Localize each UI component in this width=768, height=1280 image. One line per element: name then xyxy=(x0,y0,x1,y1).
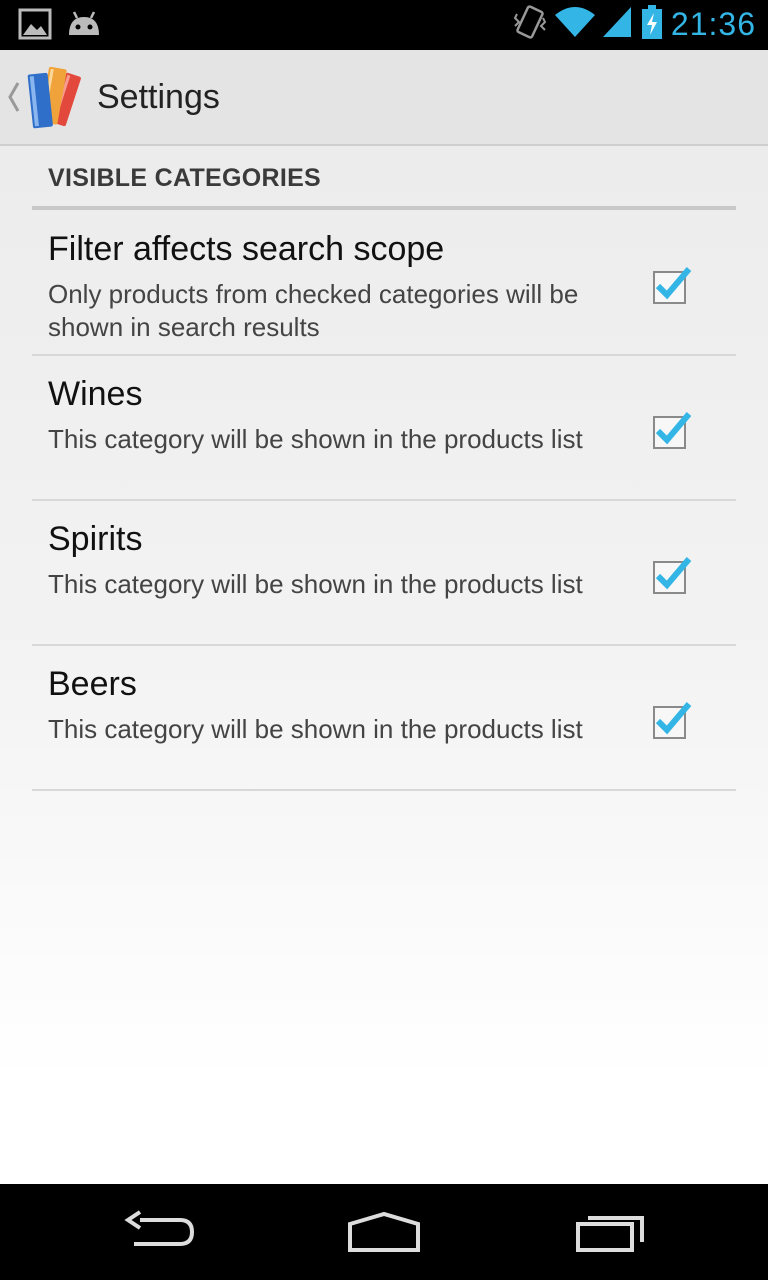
pref-summary: Only products from checked categories wi… xyxy=(48,279,579,342)
home-icon[interactable] xyxy=(346,1210,422,1259)
wifi-icon xyxy=(554,5,595,44)
up-caret-icon[interactable] xyxy=(6,80,20,119)
pref-beers[interactable]: Beers This category will be shown in the… xyxy=(32,645,736,791)
signal-icon xyxy=(602,5,633,44)
pref-summary: This category will be shown in the produ… xyxy=(48,424,583,454)
category-header: VISIBLE CATEGORIES xyxy=(32,146,736,210)
checkbox-checked[interactable] xyxy=(650,699,694,743)
android-icon xyxy=(66,9,102,44)
pref-wines[interactable]: Wines This category will be shown in the… xyxy=(32,355,736,501)
checkbox-checked[interactable] xyxy=(650,409,694,453)
battery-charging-icon xyxy=(641,4,663,45)
pref-summary: This category will be shown in the produ… xyxy=(48,569,583,599)
pref-title: Beers xyxy=(48,665,137,703)
pref-filter-affects-search-scope[interactable]: Filter affects search scope Only product… xyxy=(32,210,736,356)
pref-summary: This category will be shown in the produ… xyxy=(48,714,583,744)
settings-list: VISIBLE CATEGORIES Filter affects search… xyxy=(0,146,768,1184)
page-title: Settings xyxy=(97,78,220,116)
pref-title: Spirits xyxy=(48,520,143,558)
back-icon[interactable] xyxy=(124,1210,196,1259)
status-bar: 21:36 xyxy=(0,0,768,50)
pref-spirits[interactable]: Spirits This category will be shown in t… xyxy=(32,500,736,646)
action-bar: Settings xyxy=(0,50,768,146)
pref-title: Filter affects search scope xyxy=(48,230,445,268)
vibrate-icon xyxy=(513,4,547,45)
books-app-icon[interactable] xyxy=(24,64,86,135)
checkbox-checked[interactable] xyxy=(650,264,694,308)
navigation-bar xyxy=(0,1184,768,1280)
clock: 21:36 xyxy=(670,6,756,42)
recents-icon[interactable] xyxy=(574,1210,648,1259)
checkbox-checked[interactable] xyxy=(650,554,694,598)
category-header-label: VISIBLE CATEGORIES xyxy=(48,164,322,192)
pref-title: Wines xyxy=(48,375,143,413)
gallery-icon xyxy=(18,8,52,45)
